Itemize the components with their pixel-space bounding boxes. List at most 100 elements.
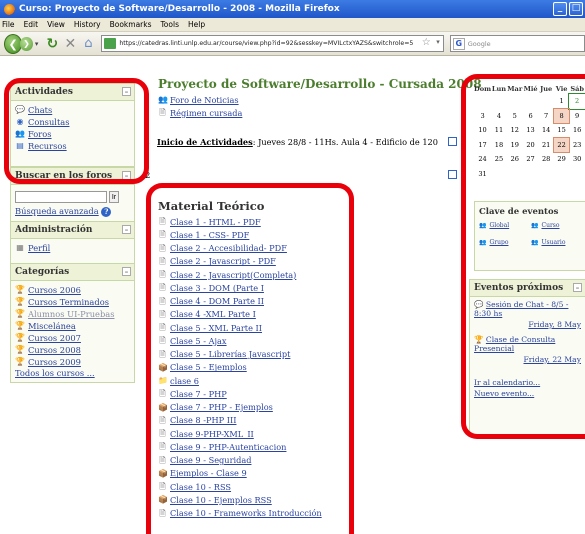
home-icon[interactable]: ⌂ (79, 36, 97, 51)
material-link[interactable]: Clase 4 - DOM Parte II (170, 296, 264, 306)
menu-view[interactable]: View (47, 20, 65, 29)
help-icon[interactable]: ? (101, 206, 112, 217)
material-item[interactable]: 🗎 Clase 8 -PHP III (158, 414, 438, 427)
reload-icon[interactable]: ↻ (43, 36, 61, 52)
categoria-item[interactable]: 🏆 Alumnos UI-Pruebas (15, 308, 130, 319)
calendar-day[interactable]: 13 (523, 123, 539, 138)
categoria-item[interactable]: 🏆 Miscelánea (15, 320, 130, 331)
highlight-section-checkbox[interactable] (448, 137, 457, 146)
perfil-link[interactable]: Perfil (28, 243, 50, 253)
collapse-icon[interactable]: – (122, 87, 131, 96)
material-item[interactable]: 🗎 Clase 9 - PHP-Autenticacion (158, 440, 438, 453)
material-link[interactable]: Clase 3 - DOM (Parte I (170, 283, 264, 293)
event-date[interactable]: Friday, 22 May (524, 355, 582, 364)
calendar-day[interactable]: 24 (474, 152, 491, 167)
forward-button[interactable]: ❯ (20, 36, 33, 51)
material-link[interactable]: Clase 4 -XML Parte I (170, 309, 256, 319)
highlight-section-checkbox[interactable] (448, 170, 457, 179)
event-link[interactable]: Clase de Consulta Presencial (474, 335, 555, 353)
consultas-link[interactable]: Consultas (28, 117, 69, 127)
collapse-icon[interactable]: – (573, 283, 582, 292)
material-item[interactable]: 🗎 Clase 10 - RSS (158, 480, 438, 493)
regimen-cursada-link[interactable]: Régimen cursada (170, 108, 242, 118)
event-item[interactable]: 💬 Sesión de Chat - 8/5 - 8:30 hs Friday,… (474, 300, 581, 329)
advanced-search-link[interactable]: Búsqueda avanzada (15, 206, 99, 216)
material-item[interactable]: 🗎 Clase 5 - Ajax (158, 334, 438, 347)
calendar-day[interactable]: 14 (538, 123, 553, 138)
collapse-icon[interactable]: – (122, 267, 131, 276)
material-item[interactable]: 🗎 Clase 3 - DOM (Parte I (158, 281, 438, 294)
material-item[interactable]: 🗎 Clase 2 - Accesibilidad- PDF (158, 242, 438, 255)
material-item[interactable]: 🗎 Clase 1 - CSS- PDF (158, 228, 438, 241)
event-key-global[interactable]: 👥 Global (479, 222, 531, 229)
material-link[interactable]: Clase 9 - Seguridad (170, 455, 251, 465)
global-link[interactable]: Global (489, 222, 509, 229)
categoria-link[interactable]: Cursos 2009 (28, 357, 81, 367)
categoria-link[interactable]: Cursos 2006 (28, 285, 81, 295)
actividad-chats[interactable]: 💬 Chats (15, 104, 130, 115)
event-link[interactable]: Sesión de Chat - 8/5 - 8:30 hs (474, 300, 568, 318)
event-item[interactable]: 🏆 Clase de Consulta Presencial Friday, 2… (474, 335, 581, 364)
forum-search-button[interactable]: Ir (109, 191, 119, 203)
calendar-day[interactable]: 5 (507, 109, 523, 124)
material-link[interactable]: Clase 5 - XML Parte II (170, 323, 262, 333)
list-item[interactable]: 👥 Foro de Noticias (158, 93, 438, 106)
calendar-day[interactable]: 15 (554, 123, 569, 138)
calendar-day[interactable]: 26 (507, 152, 523, 167)
material-item[interactable]: 🗎 Clase 4 - DOM Parte II (158, 295, 438, 308)
calendar-day[interactable]: 30 (569, 152, 585, 167)
categoria-item[interactable]: 🏆 Cursos 2007 (15, 332, 130, 343)
event-date[interactable]: Friday, 8 May (528, 320, 581, 329)
grupo-link[interactable]: Grupo (489, 239, 508, 246)
actividad-foros[interactable]: 👥 Foros (15, 128, 130, 139)
go-to-calendar-link[interactable]: Ir al calendario... (474, 378, 540, 387)
calendar-day[interactable]: 17 (474, 138, 491, 153)
menu-file[interactable]: File (2, 20, 15, 29)
calendar-day[interactable]: 25 (491, 152, 507, 167)
material-link[interactable]: Clase 9 - PHP-Autenticacion (170, 442, 286, 452)
stop-icon[interactable]: ✕ (61, 36, 79, 52)
categoria-link[interactable]: Miscelánea (28, 321, 76, 331)
bookmark-star-icon[interactable]: ☆ (422, 37, 431, 48)
calendar-day[interactable]: 12 (507, 123, 523, 138)
foro-noticias-link[interactable]: Foro de Noticias (170, 95, 239, 105)
material-link[interactable]: Clase 10 - Ejemplos RSS (170, 495, 272, 505)
calendar-day[interactable]: 3 (474, 109, 491, 124)
calendar-day[interactable]: 6 (523, 109, 539, 124)
material-link[interactable]: Ejemplos - Clase 9 (170, 468, 247, 478)
url-bar[interactable]: https://catedras.linti.unlp.edu.ar/cours… (101, 35, 444, 52)
collapse-icon[interactable]: – (122, 171, 131, 180)
google-icon[interactable]: G (452, 37, 465, 50)
minimize-button[interactable]: _ (553, 2, 567, 16)
event-key-usuario[interactable]: 👥 Usuario (531, 239, 583, 246)
calendar-day[interactable]: 23 (569, 138, 585, 153)
material-item[interactable]: 🗎 Clase 4 -XML Parte I (158, 308, 438, 321)
categoria-item[interactable]: 🏆 Cursos 2008 (15, 344, 130, 355)
event-key-grupo[interactable]: 👥 Grupo (479, 239, 531, 246)
calendar-day[interactable]: 19 (507, 138, 523, 153)
material-link[interactable]: Clase 10 - Frameworks Introducción (170, 508, 322, 518)
calendar-day[interactable]: 4 (491, 109, 507, 124)
chats-link[interactable]: Chats (28, 105, 52, 115)
menu-help[interactable]: Help (188, 20, 205, 29)
material-item[interactable]: 📦 Clase 5 - Ejemplos (158, 361, 438, 374)
maximize-button[interactable]: □ (569, 2, 583, 16)
material-link[interactable]: clase 6 (170, 376, 199, 386)
material-link[interactable]: Clase 1 - HTML - PDF (170, 217, 261, 227)
calendar-day[interactable]: 10 (474, 123, 491, 138)
calendar-day[interactable]: 16 (569, 123, 585, 138)
list-item[interactable]: 🗎 Régimen cursada (158, 106, 438, 119)
calendar-day[interactable]: 29 (554, 152, 569, 167)
menu-edit[interactable]: Edit (24, 20, 39, 29)
material-item[interactable]: 🗎 Clase 1 - HTML - PDF (158, 215, 438, 228)
categoria-item[interactable]: 🏆 Cursos 2009 (15, 356, 130, 367)
material-link[interactable]: Clase 2 - Javascript - PDF (170, 256, 276, 266)
material-item[interactable]: 📦 Clase 10 - Ejemplos RSS (158, 493, 438, 506)
calendar-day[interactable]: 22 (552, 136, 571, 153)
categoria-link[interactable]: Cursos 2007 (28, 333, 81, 343)
material-item[interactable]: 🗎 Clase 5 - Librerías Javascript (158, 348, 438, 361)
calendar-day[interactable]: 31 (474, 167, 491, 182)
calendar-day[interactable]: 9 (569, 109, 585, 124)
categoria-item[interactable]: 🏆 Cursos Terminados (15, 296, 130, 307)
all-courses-link[interactable]: Todos los cursos ... (15, 368, 95, 378)
